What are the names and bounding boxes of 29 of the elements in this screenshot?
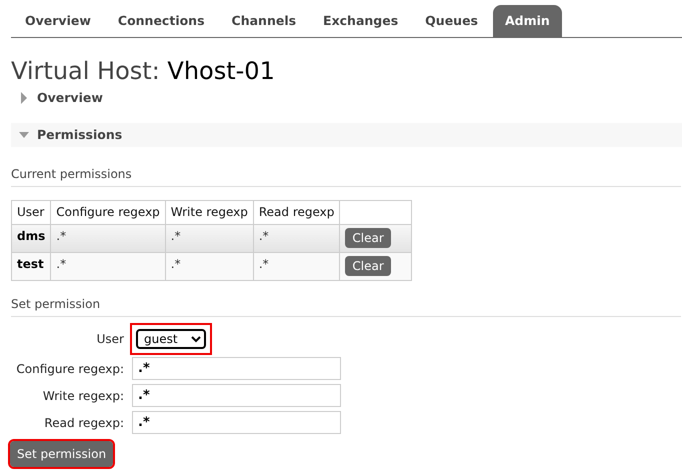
section-heading: Set permission [11, 295, 681, 317]
clear-button[interactable]: Clear [345, 256, 391, 276]
input-field[interactable]: .* [132, 411, 341, 434]
column-header: Configure regexp [50, 200, 166, 224]
nav-tab[interactable]: Channels [220, 5, 308, 37]
field-label: Read regexp: [43, 414, 124, 432]
section-heading: Current permissions [11, 165, 681, 187]
page-title: Virtual Host: Vhost-01 [11, 56, 276, 86]
nav-tab[interactable]: Queues [413, 5, 490, 37]
section-toggle[interactable]: Overview [11, 86, 682, 110]
nav-tab[interactable]: Overview [13, 5, 103, 37]
expand-triangle-icon [19, 92, 29, 104]
field-label: User [96, 331, 124, 348]
column-header: User [12, 200, 51, 224]
table-cell: .* [50, 252, 166, 280]
field-label: Configure regexp: [15, 360, 124, 378]
section-toggle[interactable]: Permissions [11, 123, 682, 147]
nav-tab[interactable]: Admin [493, 5, 562, 37]
clear-button[interactable]: Clear [345, 228, 391, 248]
field-label: Write regexp: [42, 388, 124, 404]
input-field[interactable]: .* [132, 384, 341, 407]
user-select[interactable]: guest [136, 329, 206, 349]
table-cell: test [12, 252, 51, 280]
input-field[interactable]: .* [132, 357, 341, 380]
table-cell: .* [253, 252, 340, 280]
set-permission-button[interactable]: Set permission [10, 441, 114, 467]
nav-tab[interactable]: Exchanges [311, 5, 410, 37]
nav-tab[interactable]: Connections [106, 5, 217, 37]
table-cell: .* [165, 252, 254, 280]
